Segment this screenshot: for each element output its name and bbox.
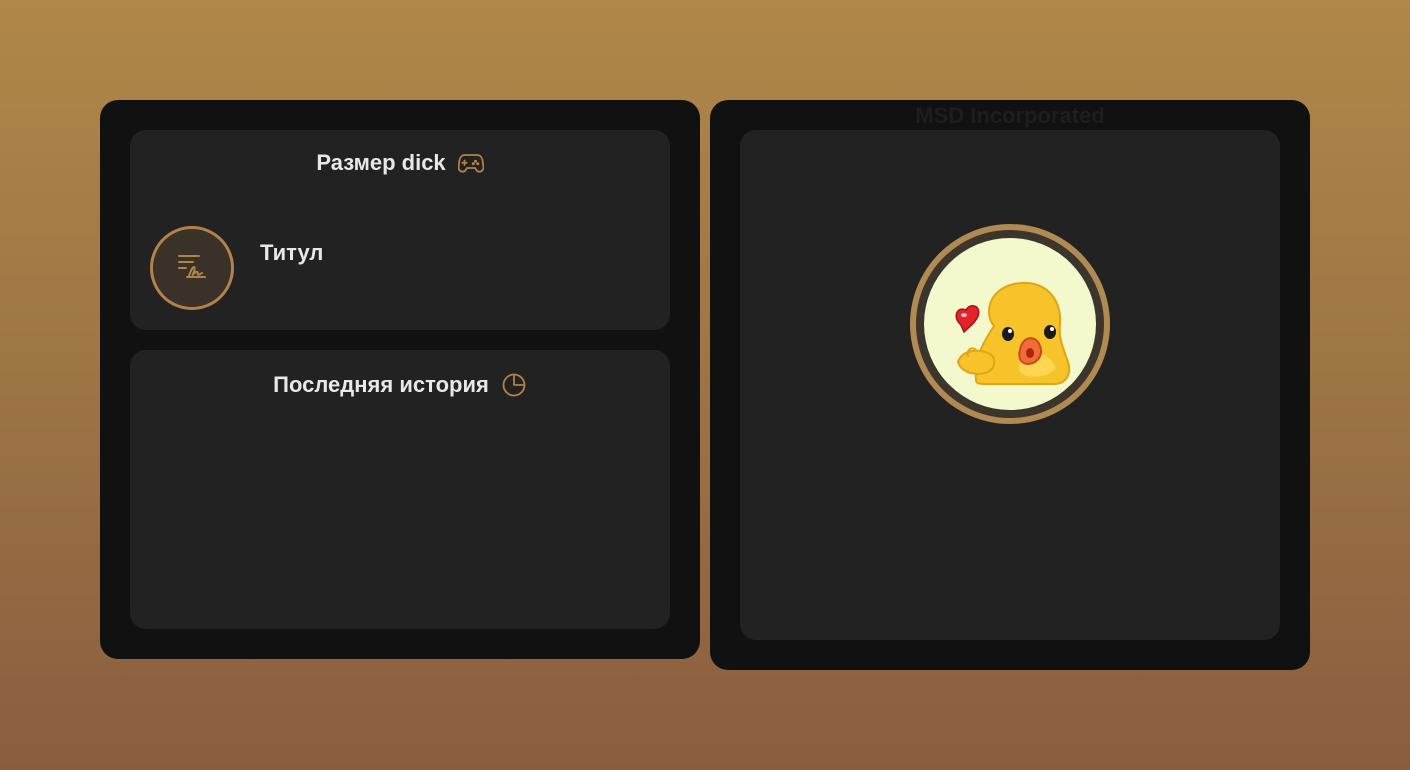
avatar[interactable] xyxy=(910,224,1110,424)
title-label: Титул xyxy=(260,240,324,265)
left-panel: Размер dick Титул Последняя история xyxy=(100,100,700,659)
last-history-card-title: Последняя история xyxy=(273,372,489,397)
right-panel: MSD Incorporated xyxy=(710,100,1310,670)
duck-sticker-icon xyxy=(955,281,1071,385)
title-badge[interactable] xyxy=(150,226,234,310)
dick-size-card-title: Размер dick xyxy=(316,150,446,175)
last-history-card[interactable]: Последняя история xyxy=(130,350,670,629)
dick-size-card[interactable]: Размер dick Титул xyxy=(130,130,670,330)
gamepad-icon[interactable] xyxy=(457,152,484,174)
last-history-card-header: Последняя история xyxy=(130,370,670,400)
avatar-ring xyxy=(916,230,1104,418)
clock-pie-icon[interactable] xyxy=(501,372,527,398)
profile-card xyxy=(740,130,1280,640)
dick-size-card-header: Размер dick xyxy=(130,148,670,178)
signature-list-icon xyxy=(175,249,209,288)
avatar-image xyxy=(924,238,1096,410)
company-name: MSD Incorporated xyxy=(915,103,1105,128)
